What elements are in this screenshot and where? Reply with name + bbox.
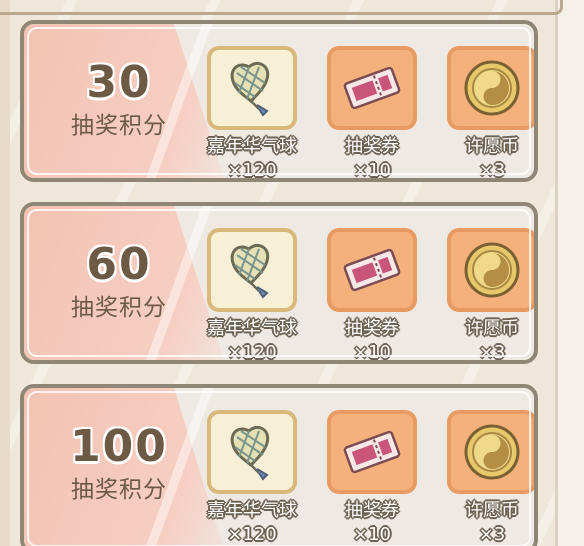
ticket-icon [343, 66, 401, 110]
reward-name: 抽奖券 [345, 500, 399, 521]
reward-name: 抽奖券 [345, 136, 399, 157]
panel-left-edge [0, 0, 10, 546]
reward-icon-frame [207, 410, 297, 494]
reward-tier-card: 30 抽奖积分 嘉年华气球 ×120 抽奖券 ×10 许愿币 ×3 [20, 20, 538, 182]
reward-quantity: ×120 [227, 342, 277, 363]
reward-name: 许愿币 [465, 500, 519, 521]
reward-tier-card: 60 抽奖积分 嘉年华气球 ×120 抽奖券 ×10 许愿币 ×3 [20, 202, 538, 364]
reward-icon-frame [327, 228, 417, 312]
tier-score-label: 抽奖积分 [71, 295, 167, 321]
reward-list-panel: 30 抽奖积分 嘉年华气球 ×120 抽奖券 ×10 许愿币 ×3 60 抽奖积… [0, 0, 584, 546]
reward-item-balloon[interactable]: 嘉年华气球 ×120 [204, 410, 300, 546]
reward-icon-frame [447, 228, 534, 312]
reward-item-wish-coin[interactable]: 许愿币 ×3 [444, 46, 534, 181]
reward-name: 嘉年华气球 [207, 500, 297, 521]
ticket-icon [343, 430, 401, 474]
reward-quantity: ×120 [227, 524, 277, 545]
reward-quantity: ×10 [353, 524, 391, 545]
reward-item-ticket[interactable]: 抽奖券 ×10 [324, 46, 420, 181]
panel-scrollbar-track[interactable] [555, 0, 584, 546]
reward-quantity: ×3 [478, 342, 506, 363]
reward-item-balloon[interactable]: 嘉年华气球 ×120 [204, 228, 300, 363]
reward-icon-frame [207, 46, 297, 130]
reward-item-ticket[interactable]: 抽奖券 ×10 [324, 228, 420, 363]
balloon-icon [230, 426, 270, 481]
wish-coin-icon [464, 60, 520, 116]
tier-score: 100 [70, 421, 168, 472]
reward-icon-frame [447, 46, 534, 130]
balloon-icon [230, 244, 270, 299]
reward-quantity: ×120 [227, 160, 277, 181]
panel-top-frame [0, 0, 563, 15]
reward-icon-frame [207, 228, 297, 312]
tier-score: 60 [86, 239, 152, 290]
tier-score: 30 [86, 57, 152, 108]
ticket-icon [343, 248, 401, 292]
reward-name: 许愿币 [465, 318, 519, 339]
tier-score-label: 抽奖积分 [71, 477, 167, 503]
reward-tier-card: 100 抽奖积分 嘉年华气球 ×120 抽奖券 ×10 许愿币 ×3 [20, 384, 538, 546]
reward-name: 许愿币 [465, 136, 519, 157]
reward-item-wish-coin[interactable]: 许愿币 ×3 [444, 410, 534, 546]
balloon-icon [230, 62, 270, 117]
reward-quantity: ×10 [353, 160, 391, 181]
tier-score-label: 抽奖积分 [71, 113, 167, 139]
reward-item-balloon[interactable]: 嘉年华气球 ×120 [204, 46, 300, 181]
reward-icon-frame [327, 410, 417, 494]
reward-quantity: ×3 [478, 160, 506, 181]
reward-icon-frame [447, 410, 534, 494]
reward-quantity: ×10 [353, 342, 391, 363]
reward-name: 嘉年华气球 [207, 136, 297, 157]
reward-item-wish-coin[interactable]: 许愿币 ×3 [444, 228, 534, 363]
reward-name: 嘉年华气球 [207, 318, 297, 339]
wish-coin-icon [464, 424, 520, 480]
reward-item-ticket[interactable]: 抽奖券 ×10 [324, 410, 420, 546]
reward-name: 抽奖券 [345, 318, 399, 339]
reward-icon-frame [327, 46, 417, 130]
wish-coin-icon [464, 242, 520, 298]
reward-quantity: ×3 [478, 524, 506, 545]
